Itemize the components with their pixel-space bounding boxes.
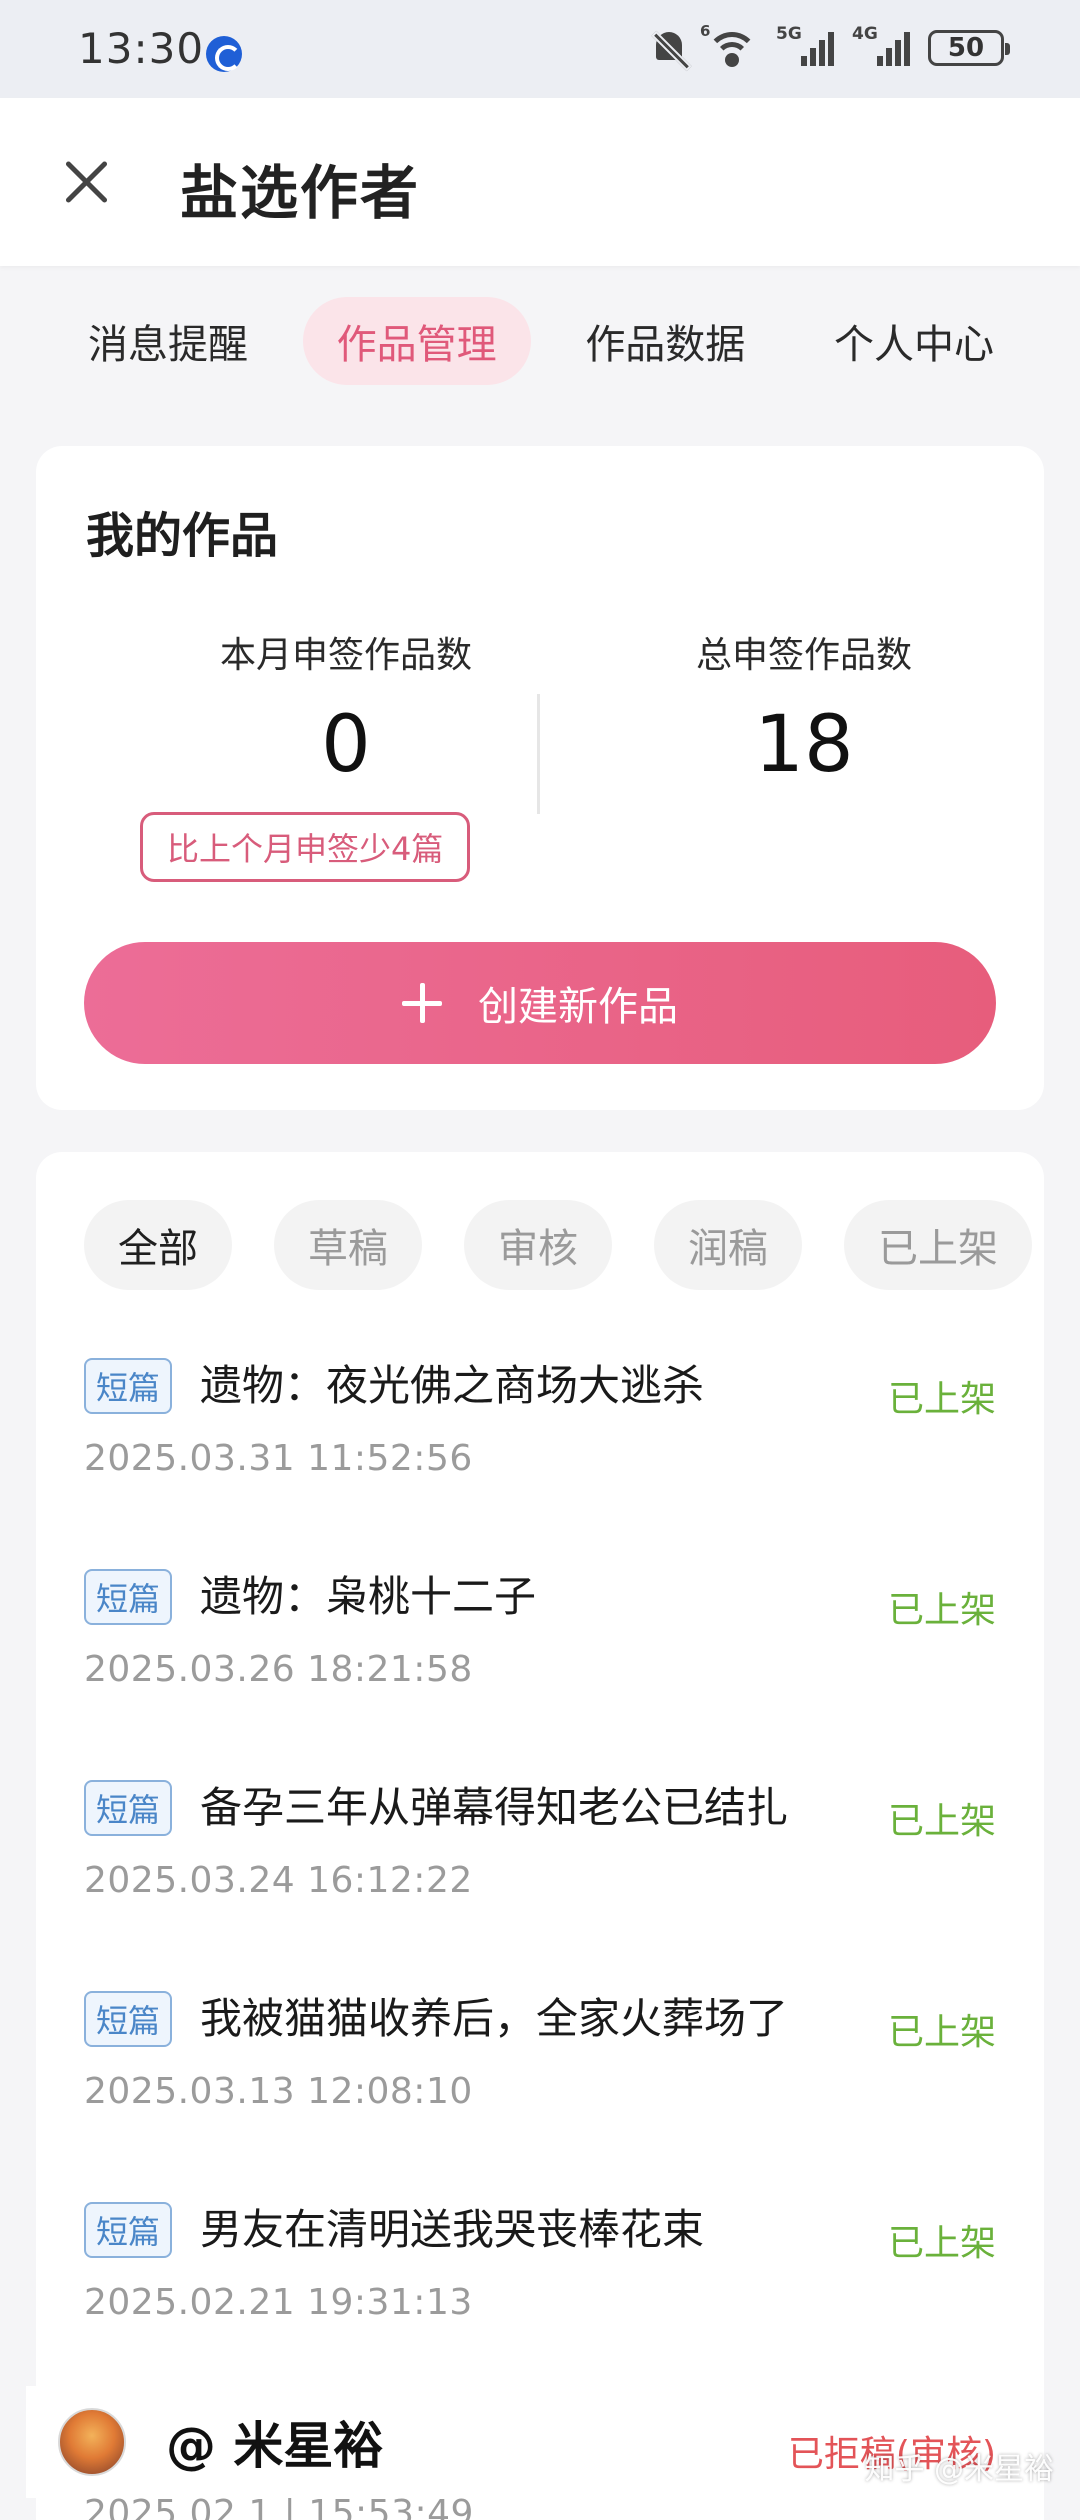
app-screen: 13:30 6 5G 4G 50 盐选作者 消息提醒 作品管理 作品数据 个人中… [0,0,1080,2520]
work-title: 我被猫猫收养后，全家火葬场了 [200,1994,789,2043]
status-filters: 全部 草稿 审核 润稿 已上架 [84,1200,1034,1290]
top-tabs: 消息提醒 作品管理 作品数据 个人中心 [52,296,1028,386]
works-list-card: 全部 草稿 审核 润稿 已上架 短篇 遗物：夜光佛之商场大逃杀 2025.03.… [36,1152,1044,2520]
total-stat: 总申签作品数 18 [556,626,1052,790]
total-stat-value: 18 [754,700,854,790]
work-title: 男友在清明送我哭丧棒花束 [200,2205,705,2254]
close-icon[interactable] [52,148,120,216]
list-item[interactable]: 短篇 男友在清明送我哭丧棒花束 2025.02.21 19:31:13 已上架 [84,2196,996,2336]
total-stat-label: 总申签作品数 [695,635,912,676]
work-type-tag: 短篇 [84,2202,173,2258]
work-type-tag: 短篇 [84,1780,173,1836]
list-item[interactable]: 短篇 我被猫猫收养后，全家火葬场了 2025.03.13 12:08:10 已上… [84,1985,996,2125]
work-title: 备孕三年从弹幕得知老公已结扎 [200,1783,789,1832]
filter-draft[interactable]: 草稿 [274,1200,422,1290]
tab-messages[interactable]: 消息提醒 [52,297,282,385]
my-works-title: 我的作品 [86,508,279,564]
work-status: 已上架 [887,1379,996,1420]
monthly-stat-label: 本月申签作品数 [219,635,472,676]
app-icon [206,36,242,72]
work-time: 2025.03.26 18:21:58 [84,1649,473,1690]
create-new-work-label: 创建新作品 [478,984,678,1030]
stat-divider [537,694,540,814]
work-time: 2025.03.24 16:12:22 [84,1860,473,1901]
battery-icon: 50 [928,30,1010,66]
signal-4g-tag: 4G [852,24,878,44]
wifi-tag: 6 [700,22,711,40]
list-item[interactable]: 短篇 备孕三年从弹幕得知老公已结扎 2025.03.24 16:12:22 已上… [84,1774,996,1914]
author-name: @ 米星裕 [166,2417,384,2475]
filter-review[interactable]: 审核 [464,1200,612,1290]
wifi-icon: 6 [700,22,758,68]
signal-5g-tag: 5G [776,24,802,44]
author-overlay: @ 米星裕 [26,2386,496,2498]
tab-works-management[interactable]: 作品管理 [302,297,531,385]
filter-published[interactable]: 已上架 [844,1200,1032,1290]
work-status: 已上架 [887,1590,996,1631]
status-time: 13:30 [78,24,205,73]
work-title: 遗物：枭桃十二子 [200,1572,537,1621]
avatar [58,2408,126,2476]
status-bar: 13:30 6 5G 4G 50 [0,0,1080,98]
signal-4g-icon: 4G [852,24,910,68]
list-item[interactable]: 短篇 遗物：枭桃十二子 2025.03.26 18:21:58 已上架 [84,1563,996,1703]
monthly-stat: 本月申签作品数 0 [96,626,596,790]
create-new-work-button[interactable]: 创建新作品 [84,942,996,1064]
my-works-card: 我的作品 本月申签作品数 0 总申签作品数 18 比上个月申签少4篇 创建新作品 [36,446,1044,1110]
work-time: 2025.03.13 12:08:10 [84,2071,473,2112]
bell-muted-icon [650,28,688,68]
work-time: 2025.02.21 19:31:13 [84,2282,473,2323]
work-type-tag: 短篇 [84,1991,173,2047]
compare-badge: 比上个月申签少4篇 [140,812,471,882]
work-title: 遗物：夜光佛之商场大逃杀 [200,1361,705,1410]
work-type-tag: 短篇 [84,1569,173,1625]
page-title: 盐选作者 [180,159,421,227]
filter-polish[interactable]: 润稿 [654,1200,802,1290]
tab-works-data[interactable]: 作品数据 [551,297,779,385]
work-type-tag: 短篇 [84,1358,173,1414]
tab-personal-center[interactable]: 个人中心 [800,297,1028,385]
status-icons: 6 5G 4G 50 [650,22,1010,68]
plus-icon [402,983,442,1023]
work-status: 已上架 [887,1801,996,1842]
work-status: 已上架 [887,2223,996,2264]
watermark: 知乎 @米星裕 [864,2452,1054,2487]
filter-all[interactable]: 全部 [84,1200,232,1290]
work-time: 2025.03.31 11:52:56 [84,1438,473,1479]
signal-5g-icon: 5G [776,24,834,68]
app-header: 盐选作者 [0,98,1080,266]
monthly-stat-value: 0 [321,700,371,790]
list-item[interactable]: 短篇 遗物：夜光佛之商场大逃杀 2025.03.31 11:52:56 已上架 [84,1352,996,1492]
work-status: 已上架 [887,2012,996,2053]
